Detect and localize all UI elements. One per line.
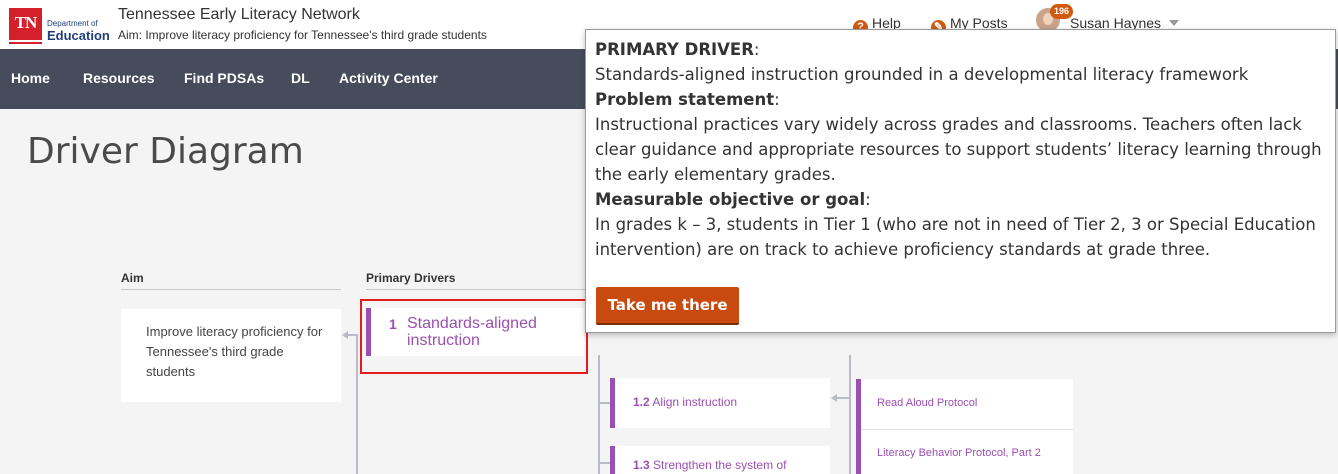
connector-line	[598, 462, 610, 464]
logo-dept-text: Department of	[47, 19, 98, 28]
column-divider	[121, 289, 341, 290]
page-title: Driver Diagram	[27, 131, 304, 172]
secondary-driver-card[interactable]: 1.3 Strengthen the system of	[610, 446, 830, 474]
arrow-left-icon	[831, 394, 837, 402]
logo-edu-text: Education	[47, 28, 110, 43]
site-title[interactable]: Tennessee Early Literacy Network	[118, 6, 360, 24]
site-aim: Aim: Improve literacy proficiency for Te…	[118, 28, 487, 42]
connector-line	[598, 355, 600, 474]
driver-text: Standards-aligned instruction grounded i…	[595, 65, 1249, 84]
tn-logo-mark: TN	[9, 8, 42, 44]
problem-label: Problem statement	[595, 90, 775, 109]
problem-label-line: Problem statement:	[595, 90, 780, 109]
secondary-driver-card[interactable]: 1.2 Align instruction	[610, 378, 830, 428]
nav-activity-center[interactable]: Activity Center	[339, 70, 438, 86]
nav-dl[interactable]: DL	[291, 70, 310, 86]
secondary-number: 1.3	[633, 458, 650, 472]
driver-label: PRIMARY DRIVER	[595, 40, 754, 59]
aim-card[interactable]: Improve literacy proficiency for Tenness…	[121, 309, 341, 402]
column-header-primary: Primary Drivers	[366, 271, 456, 285]
take-me-there-button[interactable]: Take me there	[596, 287, 739, 325]
connector-line	[836, 397, 850, 399]
change-idea-item[interactable]: Read Aloud Protocol	[877, 397, 977, 409]
problem-text: Instructional practices vary widely acro…	[595, 115, 1322, 184]
column-header-aim: Aim	[121, 271, 144, 285]
driver-details-popover: PRIMARY DRIVER: Standards-aligned instru…	[585, 29, 1336, 333]
selection-highlight	[360, 299, 588, 374]
nav-resources[interactable]: Resources	[83, 70, 155, 86]
secondary-title: Strengthen the system of	[653, 458, 787, 472]
change-idea-item[interactable]: Literacy Behavior Protocol, Part 2	[877, 447, 1041, 459]
nav-find-pdsas[interactable]: Find PDSAs	[184, 70, 264, 86]
goal-label-line: Measurable objective or goal:	[595, 190, 871, 209]
column-divider	[366, 289, 586, 290]
driver-label-line: PRIMARY DRIVER:	[595, 40, 760, 59]
arrow-left-icon	[342, 331, 348, 339]
change-ideas-card: Read Aloud Protocol Literacy Behavior Pr…	[856, 379, 1073, 474]
secondary-number: 1.2	[633, 395, 650, 409]
popover-body: PRIMARY DRIVER: Standards-aligned instru…	[595, 37, 1330, 262]
connector-line	[598, 402, 610, 404]
goal-text: In grades k – 3, students in Tier 1 (who…	[595, 215, 1316, 259]
chevron-down-icon	[1169, 20, 1180, 26]
nav-home[interactable]: Home	[11, 70, 50, 86]
connector-line	[356, 334, 358, 474]
tn-education-logo[interactable]: TN Department of Education	[9, 8, 110, 44]
connector-line	[849, 355, 851, 474]
secondary-title: Align instruction	[652, 395, 738, 409]
goal-label: Measurable objective or goal	[595, 190, 866, 209]
list-divider	[861, 429, 1073, 430]
